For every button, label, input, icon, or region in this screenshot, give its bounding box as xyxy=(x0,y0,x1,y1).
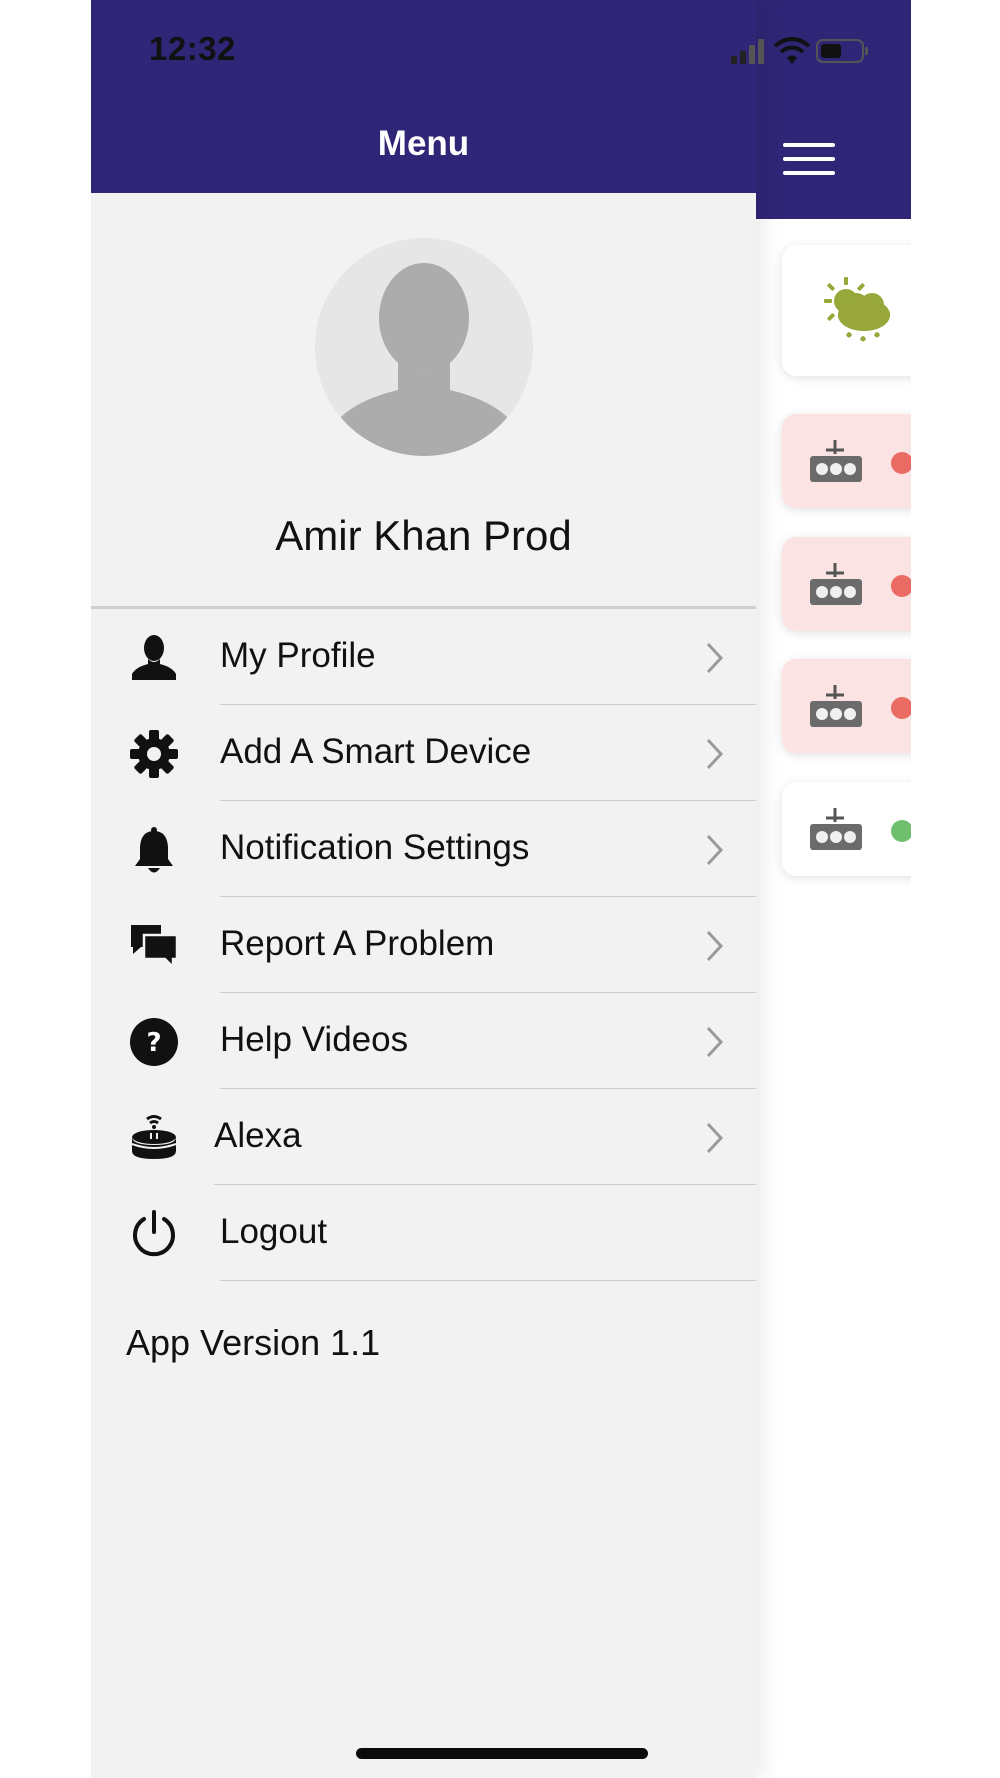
chevron-right-icon xyxy=(706,930,724,962)
menu-list: My Profile Add A Smart Device Notificati… xyxy=(91,609,756,1281)
menu-item-label: Notification Settings xyxy=(220,828,530,867)
person-icon xyxy=(132,635,176,680)
menu-item-my-profile[interactable]: My Profile xyxy=(91,609,756,705)
power-strip-icon xyxy=(810,440,862,482)
side-menu-drawer: Menu Amir Khan Prod My Profile Add A Sma… xyxy=(91,0,756,1778)
avatar[interactable] xyxy=(315,238,533,456)
power-strip-icon xyxy=(810,808,862,850)
menu-item-notification-settings[interactable]: Notification Settings xyxy=(91,801,756,897)
app-version: App Version 1.1 xyxy=(126,1322,381,1363)
weather-card[interactable] xyxy=(782,245,911,376)
bell-icon xyxy=(135,827,173,873)
svg-text:?: ? xyxy=(146,1028,161,1058)
menu-item-label: My Profile xyxy=(220,636,376,675)
hamburger-menu-icon[interactable] xyxy=(783,143,835,177)
drawer-header xyxy=(91,0,756,193)
menu-item-alexa[interactable]: Alexa xyxy=(91,1089,756,1185)
profile-name: Amir Khan Prod xyxy=(275,512,572,559)
home-indicator xyxy=(356,1748,648,1759)
drawer-title: Menu xyxy=(377,124,470,163)
status-dot xyxy=(891,697,911,719)
cellular-signal-icon xyxy=(731,39,764,64)
device-card[interactable] xyxy=(782,537,911,631)
wifi-icon xyxy=(773,37,811,64)
chevron-right-icon xyxy=(706,738,724,770)
power-strip-icon xyxy=(810,685,862,727)
menu-item-add-smart-device[interactable]: Add A Smart Device xyxy=(91,705,756,801)
status-dot xyxy=(891,575,911,597)
chevron-right-icon xyxy=(706,1026,724,1058)
question-circle-icon: ? xyxy=(130,1018,178,1066)
weather-cloud-rain-sun-icon xyxy=(824,277,890,342)
person-silhouette-icon xyxy=(332,263,516,456)
menu-item-report-problem[interactable]: Report A Problem xyxy=(91,897,756,993)
menu-item-label: Logout xyxy=(220,1212,328,1251)
battery-icon xyxy=(816,39,868,63)
status-icons xyxy=(731,37,868,64)
chat-bubbles-icon xyxy=(131,925,179,971)
chevron-right-icon xyxy=(706,1122,724,1154)
gear-icon xyxy=(130,730,178,778)
menu-item-label: Help Videos xyxy=(220,1020,409,1059)
chevron-right-icon xyxy=(706,642,724,674)
power-strip-icon xyxy=(810,563,862,605)
status-dot xyxy=(891,820,911,842)
menu-item-label: Add A Smart Device xyxy=(220,732,532,771)
device-card[interactable] xyxy=(782,414,911,508)
device-card[interactable] xyxy=(782,782,911,876)
phone-screen: Menu Amir Khan Prod My Profile Add A Sma… xyxy=(91,0,911,1778)
menu-item-label: Report A Problem xyxy=(220,924,495,963)
menu-item-label: Alexa xyxy=(214,1116,302,1155)
power-icon xyxy=(133,1210,175,1257)
status-dot xyxy=(891,452,911,474)
divider xyxy=(220,1279,756,1281)
alexa-device-icon xyxy=(131,1115,177,1159)
menu-item-logout[interactable]: Logout xyxy=(91,1185,756,1281)
chevron-right-icon xyxy=(706,834,724,866)
menu-item-help-videos[interactable]: ? Help Videos xyxy=(91,993,756,1089)
device-card[interactable] xyxy=(782,659,911,753)
status-time: 12:32 xyxy=(149,30,236,67)
